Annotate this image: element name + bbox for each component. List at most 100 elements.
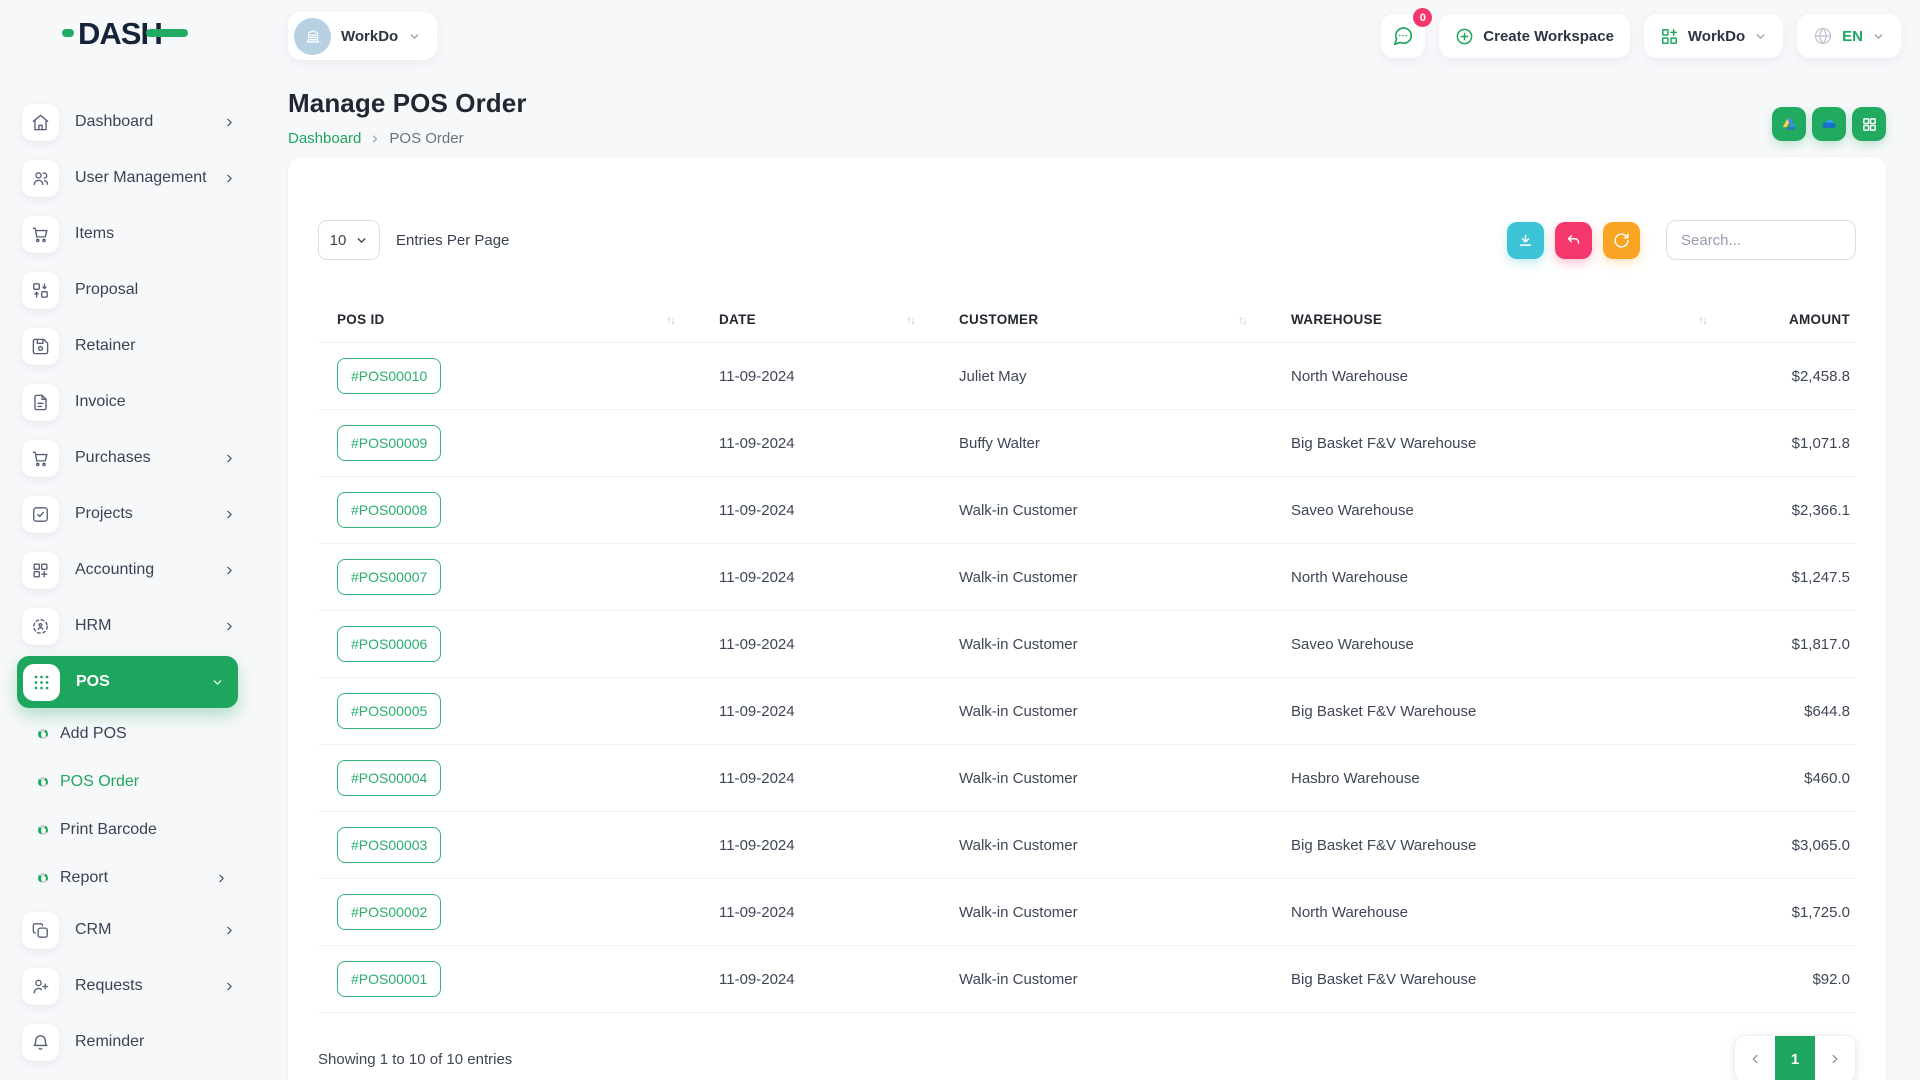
sidebar-subitem-print-barcode[interactable]: Print Barcode [0, 806, 256, 854]
column-header-pos-id[interactable]: POS ID↑↓ [318, 312, 700, 327]
pos-id-link[interactable]: #POS00007 [337, 559, 441, 595]
entries-per-page-select[interactable]: 10 [318, 220, 380, 260]
cell-warehouse: Saveo Warehouse [1272, 636, 1732, 653]
pos-order-table: POS ID↑↓ DATE↑↓ CUSTOMER↑↓ WAREHOUSE↑↓ A… [318, 297, 1856, 1013]
column-header-amount[interactable]: AMOUNT [1732, 312, 1856, 327]
cell-date: 11-09-2024 [700, 971, 940, 988]
table-row: #POS00004 11-09-2024 Walk-in Customer Ha… [318, 745, 1856, 812]
sidebar-item-items[interactable]: Items [0, 206, 256, 262]
topbar-actions: 0 Create Workspace WorkDo EN [1381, 14, 1901, 58]
table-row: #POS00003 11-09-2024 Walk-in Customer Bi… [318, 812, 1856, 879]
pagination: 1 [1734, 1035, 1856, 1080]
plus-circle-icon [1455, 27, 1474, 46]
sort-icon[interactable]: ↑↓ [1698, 313, 1706, 327]
users-icon [22, 160, 59, 197]
sidebar-item-hrm[interactable]: HRM [0, 598, 256, 654]
sidebar-item-crm[interactable]: CRM [0, 902, 256, 958]
table-row: #POS00005 11-09-2024 Walk-in Customer Bi… [318, 678, 1856, 745]
table-header-row: POS ID↑↓ DATE↑↓ CUSTOMER↑↓ WAREHOUSE↑↓ A… [318, 297, 1856, 343]
topbar: WorkDo 0 Create Workspace WorkDo EN [288, 12, 1901, 60]
cart-icon [22, 440, 59, 477]
sidebar-item-user-management[interactable]: User Management [0, 150, 256, 206]
bell-icon [22, 1024, 59, 1061]
sort-icon[interactable]: ↑↓ [906, 313, 914, 327]
cell-amount: $644.8 [1732, 703, 1856, 720]
sidebar-subitem-pos-order[interactable]: POS Order [0, 758, 256, 806]
cell-customer: Walk-in Customer [940, 904, 1272, 921]
sidebar-subitem-add-pos[interactable]: Add POS [0, 710, 256, 758]
sidebar-item-purchases[interactable]: Purchases [0, 430, 256, 486]
cell-warehouse: Big Basket F&V Warehouse [1272, 703, 1732, 720]
breadcrumb: Dashboard POS Order [288, 130, 527, 147]
pos-id-link[interactable]: #POS00005 [337, 693, 441, 729]
chevron-right-icon [1828, 1052, 1842, 1066]
cell-warehouse: Big Basket F&V Warehouse [1272, 837, 1732, 854]
cell-customer: Walk-in Customer [940, 837, 1272, 854]
pos-id-link[interactable]: #POS00003 [337, 827, 441, 863]
sidebar-item-pos[interactable]: POS [17, 656, 238, 708]
sidebar-item-accounting[interactable]: Accounting [0, 542, 256, 598]
pos-id-link[interactable]: #POS00009 [337, 425, 441, 461]
sort-icon[interactable]: ↑↓ [1238, 313, 1246, 327]
pos-id-link[interactable]: #POS00002 [337, 894, 441, 930]
brand-logo[interactable]: DASH [62, 16, 188, 50]
onedrive-button[interactable] [1812, 107, 1846, 141]
reset-undo-button[interactable] [1555, 222, 1592, 259]
search-input[interactable] [1666, 220, 1856, 260]
cell-customer: Juliet May [940, 368, 1272, 385]
pos-id-link[interactable]: #POS00004 [337, 760, 441, 796]
chevron-down-icon [408, 30, 421, 43]
language-selector[interactable]: EN [1797, 14, 1901, 58]
chevron-right-icon [369, 133, 381, 145]
grid-plus-icon [22, 552, 59, 589]
sidebar-item-dashboard[interactable]: Dashboard [0, 94, 256, 150]
pagination-prev-button[interactable] [1735, 1036, 1775, 1080]
pos-id-link[interactable]: #POS00006 [337, 626, 441, 662]
sidebar-item-invoice[interactable]: Invoice [0, 374, 256, 430]
refresh-button[interactable] [1603, 222, 1640, 259]
sidebar-subitem-report[interactable]: Report [0, 854, 256, 902]
table-row: #POS00007 11-09-2024 Walk-in Customer No… [318, 544, 1856, 611]
export-download-button[interactable] [1507, 222, 1544, 259]
column-header-customer[interactable]: CUSTOMER↑↓ [940, 312, 1272, 327]
chevron-right-icon [215, 872, 228, 885]
cell-warehouse: North Warehouse [1272, 368, 1732, 385]
breadcrumb-dashboard-link[interactable]: Dashboard [288, 130, 361, 147]
pagination-next-button[interactable] [1815, 1036, 1855, 1080]
sidebar-item-requests[interactable]: Requests [0, 958, 256, 1014]
message-count-badge: 0 [1413, 8, 1432, 27]
grid-view-button[interactable] [1852, 107, 1886, 141]
bullet-icon [38, 873, 48, 883]
column-header-warehouse[interactable]: WAREHOUSE↑↓ [1272, 312, 1732, 327]
workspace-selector[interactable]: WorkDo [288, 12, 437, 60]
sidebar-item-retainer[interactable]: Retainer [0, 318, 256, 374]
cell-customer: Walk-in Customer [940, 636, 1272, 653]
cell-warehouse: North Warehouse [1272, 569, 1732, 586]
cell-warehouse: Big Basket F&V Warehouse [1272, 971, 1732, 988]
messages-button[interactable]: 0 [1381, 14, 1425, 58]
sidebar-item-projects[interactable]: Projects [0, 486, 256, 542]
pos-id-link[interactable]: #POS00010 [337, 358, 441, 394]
create-workspace-button[interactable]: Create Workspace [1439, 14, 1630, 58]
google-drive-button[interactable] [1772, 107, 1806, 141]
sidebar-menu: Dashboard User Management Items Pr [0, 94, 256, 1070]
cell-amount: $460.0 [1732, 770, 1856, 787]
pos-id-link[interactable]: #POS00008 [337, 492, 441, 528]
pos-id-link[interactable]: #POS00001 [337, 961, 441, 997]
save-icon [22, 328, 59, 365]
column-header-date[interactable]: DATE↑↓ [700, 312, 940, 327]
cell-amount: $1,725.0 [1732, 904, 1856, 921]
entries-summary: Showing 1 to 10 of 10 entries [318, 1051, 512, 1068]
table-row: #POS00001 11-09-2024 Walk-in Customer Bi… [318, 946, 1856, 1013]
cell-date: 11-09-2024 [700, 502, 940, 519]
cell-date: 11-09-2024 [700, 636, 940, 653]
sidebar-item-reminder[interactable]: Reminder [0, 1014, 256, 1070]
app-switcher-button[interactable]: WorkDo [1644, 14, 1783, 58]
chevron-left-icon [1748, 1052, 1762, 1066]
table-row: #POS00009 11-09-2024 Buffy Walter Big Ba… [318, 410, 1856, 477]
pagination-page-1[interactable]: 1 [1775, 1036, 1815, 1080]
sort-icon[interactable]: ↑↓ [666, 313, 674, 327]
sidebar-item-proposal[interactable]: Proposal [0, 262, 256, 318]
cell-date: 11-09-2024 [700, 904, 940, 921]
entries-per-page-label: Entries Per Page [396, 232, 509, 249]
